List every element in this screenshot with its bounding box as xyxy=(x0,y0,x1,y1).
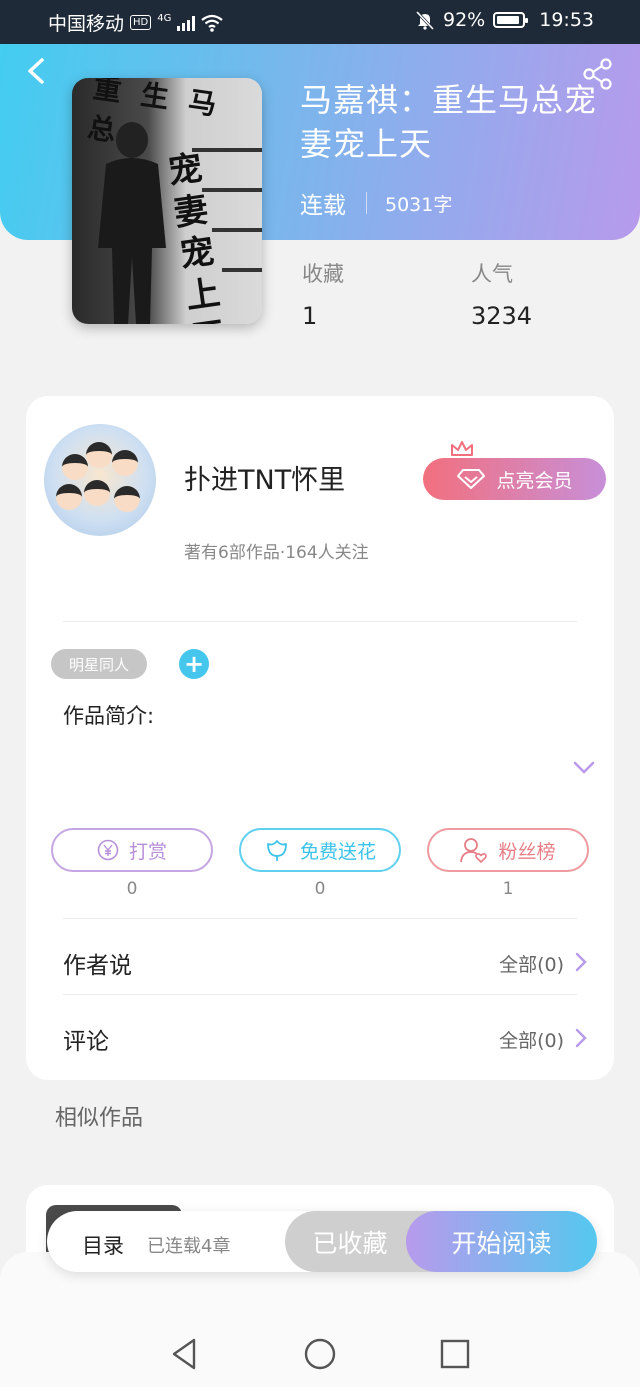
author-meta: 著有6部作品·164人关注 xyxy=(184,543,369,563)
author-name[interactable]: 扑进TNT怀里 xyxy=(184,458,345,497)
intro-label: 作品简介: xyxy=(63,704,155,728)
reward-label: 打赏 xyxy=(128,840,167,863)
network-label: 4G xyxy=(157,13,172,24)
hd-badge: HD xyxy=(130,15,152,30)
vip-label: 点亮会员 xyxy=(496,469,573,492)
nav-recents-icon[interactable] xyxy=(437,1336,473,1372)
book-cover[interactable]: 重生马总 宠妻宠上天 xyxy=(72,78,262,324)
comments-more[interactable]: 全部(0) xyxy=(499,1026,564,1053)
crown-icon xyxy=(451,441,473,456)
favorites-stat: 收藏 1 xyxy=(302,258,344,330)
author-says-more[interactable]: 全部(0) xyxy=(499,950,564,977)
diamond-icon xyxy=(457,469,486,489)
chevron-right-icon[interactable] xyxy=(574,1027,588,1049)
chevron-right-icon[interactable] xyxy=(574,951,588,973)
similar-works-title: 相似作品 xyxy=(55,1106,144,1131)
wifi-icon xyxy=(201,14,224,32)
popularity-label: 人气 xyxy=(471,262,513,286)
fans-count: 1 xyxy=(502,879,514,899)
nav-back-icon[interactable] xyxy=(166,1336,202,1372)
send-flower-button[interactable]: 免费送花 xyxy=(239,828,401,872)
yen-icon xyxy=(97,839,119,861)
reward-count: 0 xyxy=(126,879,138,899)
nav-home-icon[interactable] xyxy=(302,1336,338,1372)
battery-icon xyxy=(493,12,529,28)
send-flower-label: 免费送花 xyxy=(299,840,376,863)
favorites-value: 1 xyxy=(302,302,318,330)
book-meta: 连载 5031字 xyxy=(300,186,452,220)
back-button[interactable] xyxy=(24,56,50,86)
fans-rank-button[interactable]: 粉丝榜 xyxy=(427,828,589,872)
favorites-label: 收藏 xyxy=(302,262,344,286)
comments-title: 评论 xyxy=(63,1029,109,1055)
signal-icon xyxy=(177,15,196,31)
cover-text: 宠妻宠上天 xyxy=(165,148,229,324)
flower-icon xyxy=(267,840,287,861)
divider xyxy=(63,621,577,622)
battery-percent: 92% xyxy=(443,9,486,31)
mute-bell-icon xyxy=(415,10,435,30)
add-tag-button[interactable]: + xyxy=(179,649,209,679)
reward-button[interactable]: 打赏 xyxy=(51,828,213,872)
word-count: 5031字 xyxy=(385,193,453,216)
meta-divider xyxy=(366,192,367,214)
flower-count: 0 xyxy=(314,879,326,899)
popularity-value: 3234 xyxy=(471,302,533,330)
genre-tag[interactable]: 明星同人 xyxy=(51,649,147,679)
toc-button[interactable]: 目录 xyxy=(82,1230,124,1260)
popularity-stat: 人气 3234 xyxy=(471,258,532,330)
divider xyxy=(63,994,577,995)
start-reading-button[interactable]: 开始阅读 xyxy=(406,1211,597,1272)
status-bar: 中国移动 HD 4G 92% 19:53 xyxy=(0,0,640,44)
serial-status: 连载 xyxy=(300,193,346,219)
chapter-status: 已连载4章 xyxy=(147,1236,231,1257)
chevron-down-icon[interactable] xyxy=(572,760,596,776)
book-title: 马嘉祺：重生马总宠妻宠上天 xyxy=(300,81,598,163)
fans-rank-label: 粉丝榜 xyxy=(498,840,556,863)
author-says-title: 作者说 xyxy=(63,953,132,979)
divider xyxy=(63,918,577,919)
clock: 19:53 xyxy=(539,9,594,31)
user-heart-icon xyxy=(460,838,488,863)
vip-button[interactable]: 点亮会员 xyxy=(423,458,606,500)
author-avatar[interactable] xyxy=(44,424,156,536)
carrier-label: 中国移动 xyxy=(48,13,125,35)
